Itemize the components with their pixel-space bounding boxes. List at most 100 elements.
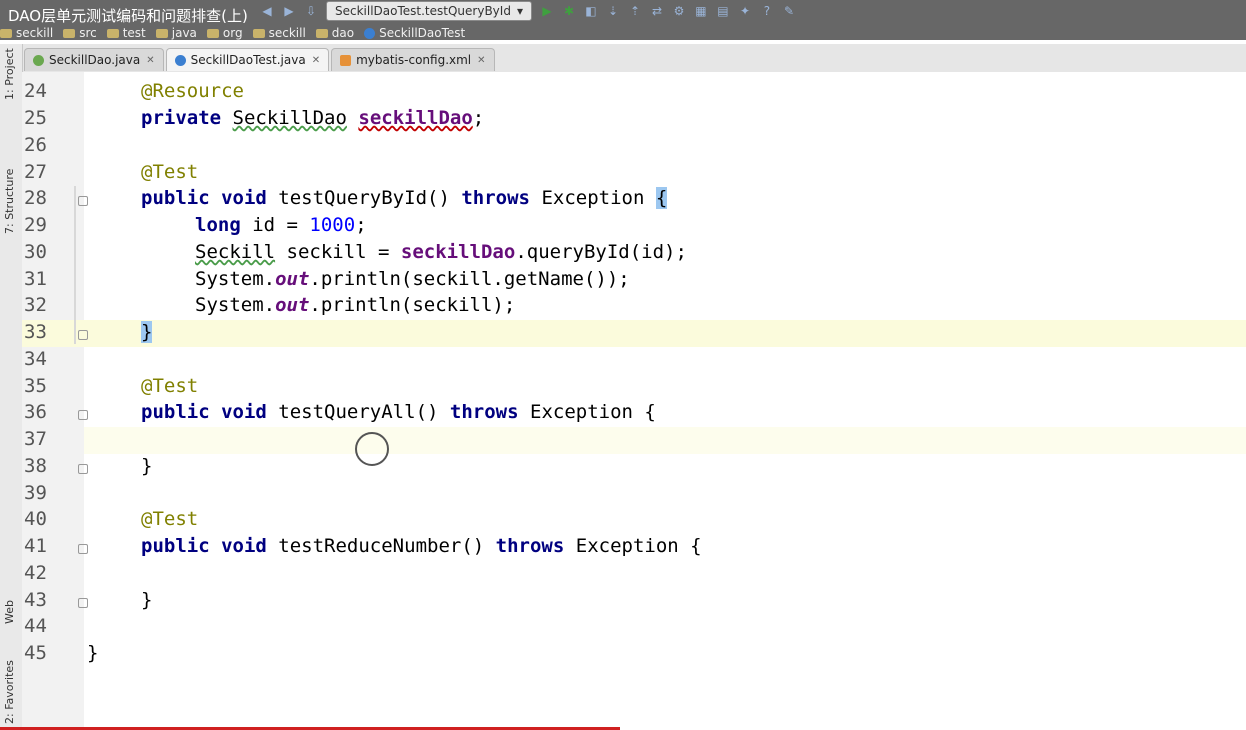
plugin-icon[interactable]: ✦: [738, 4, 752, 18]
code-line-24: @Resource: [141, 80, 244, 102]
line-number: 28: [24, 187, 47, 209]
run-icon[interactable]: ▶: [540, 4, 554, 18]
line-number: 25: [24, 107, 47, 129]
caret-line-highlight: [84, 427, 1246, 454]
debug-icon[interactable]: ✱: [562, 4, 576, 18]
line-number: 40: [24, 508, 47, 530]
current-line-highlight: [22, 320, 1246, 347]
method-scope-bracket: [74, 186, 76, 344]
class-icon: [364, 27, 376, 39]
fold-marker[interactable]: [78, 464, 88, 474]
code-line-36: public void testQueryAll() throws Except…: [141, 401, 656, 423]
ide-toolbar: ◀ ▶ ⇩ SeckillDaoTest.testQueryById ▾ ▶ ✱…: [260, 0, 796, 22]
folder-icon: [315, 28, 328, 38]
tool-tab-favorites[interactable]: 2: Favorites: [3, 660, 16, 724]
code-line-35: @Test: [141, 375, 199, 397]
code-line-43: }: [141, 589, 153, 611]
line-number: 39: [24, 482, 47, 504]
fold-marker[interactable]: [78, 196, 88, 206]
fold-marker[interactable]: [78, 410, 88, 420]
close-icon[interactable]: ✕: [312, 55, 320, 66]
help-icon[interactable]: ?: [760, 4, 774, 18]
fold-marker[interactable]: [78, 544, 88, 554]
xml-file-icon: [340, 54, 352, 66]
vcs-update-icon[interactable]: ⇣: [606, 4, 620, 18]
tool-tab-project[interactable]: 1: Project: [3, 48, 16, 100]
line-number: 43: [24, 589, 47, 611]
line-number: 29: [24, 214, 47, 236]
breadcrumb-item[interactable]: test: [106, 26, 146, 40]
video-title: DAO层单元测试编码和问题排查(上): [8, 7, 248, 25]
line-number: 33: [24, 321, 47, 343]
code-line-27: @Test: [141, 161, 199, 183]
folder-icon: [106, 28, 119, 38]
line-number: 38: [24, 455, 47, 477]
line-number: 41: [24, 535, 47, 557]
folder-icon: [252, 28, 265, 38]
structure-icon[interactable]: ▦: [694, 4, 708, 18]
tab-seckilldao[interactable]: SeckillDao.java ✕: [24, 48, 164, 71]
tab-seckilldaotest[interactable]: SeckillDaoTest.java ✕: [165, 48, 330, 71]
folder-icon: [206, 28, 219, 38]
tool-tab-structure[interactable]: 7: Structure: [3, 169, 16, 234]
line-number: 44: [24, 615, 47, 637]
code-line-32: System.out.println(seckill);: [195, 294, 516, 316]
breadcrumb: seckill src test java org seckill dao Se…: [0, 25, 475, 41]
folder-icon: [63, 28, 76, 38]
left-tool-strip: 1: Project 7: Structure Web 2: Favorites: [0, 44, 23, 730]
fold-marker[interactable]: [78, 330, 88, 340]
sync-icon[interactable]: ⇄: [650, 4, 664, 18]
code-line-40: @Test: [141, 508, 199, 530]
line-number: 27: [24, 161, 47, 183]
code-line-31: System.out.println(seckill.getName());: [195, 268, 630, 290]
code-line-41: public void testReduceNumber() throws Ex…: [141, 535, 702, 557]
code-line-30: Seckill seckill = seckillDao.queryById(i…: [195, 241, 687, 263]
code-line-45: }: [87, 642, 99, 664]
code-line-38: }: [141, 455, 153, 477]
breadcrumb-item[interactable]: seckill: [252, 26, 306, 40]
folder-icon: [155, 28, 168, 38]
run-config-select[interactable]: SeckillDaoTest.testQueryById ▾: [326, 1, 532, 21]
line-number: 30: [24, 241, 47, 263]
breadcrumb-item[interactable]: dao: [315, 26, 354, 40]
breadcrumb-item[interactable]: SeckillDaoTest: [364, 26, 465, 40]
build-icon[interactable]: ⇩: [304, 4, 318, 18]
code-line-29: long id = 1000;: [195, 214, 367, 236]
breadcrumb-item[interactable]: java: [155, 26, 197, 40]
settings-icon[interactable]: ⚙: [672, 4, 686, 18]
folder-icon: [0, 28, 12, 38]
back-icon[interactable]: ◀: [260, 4, 274, 18]
line-number: 26: [24, 134, 47, 156]
line-number: 42: [24, 562, 47, 584]
chevron-down-icon: ▾: [516, 4, 523, 18]
line-number: 45: [24, 642, 47, 664]
code-line-33: }: [141, 321, 153, 343]
mouse-cursor-indicator: [355, 432, 389, 466]
interface-icon: [33, 54, 44, 66]
close-icon[interactable]: ✕: [477, 55, 485, 66]
breadcrumb-item[interactable]: seckill: [0, 26, 53, 40]
breadcrumb-item[interactable]: src: [63, 26, 97, 40]
editor-tabs: SeckillDao.java ✕ SeckillDaoTest.java ✕ …: [24, 47, 497, 71]
line-number: 35: [24, 375, 47, 397]
code-line-25: private SeckillDao seckillDao;: [141, 107, 485, 129]
line-number: 37: [24, 428, 47, 450]
code-line-28: public void testQueryById() throws Excep…: [141, 187, 668, 209]
close-icon[interactable]: ✕: [146, 55, 154, 66]
fold-marker[interactable]: [78, 598, 88, 608]
sdk-icon[interactable]: ▤: [716, 4, 730, 18]
line-number: 32: [24, 294, 47, 316]
line-number: 31: [24, 268, 47, 290]
tool-tab-web[interactable]: Web: [3, 600, 16, 624]
forward-icon[interactable]: ▶: [282, 4, 296, 18]
run-config-label: SeckillDaoTest.testQueryById: [335, 4, 511, 18]
line-number: 24: [24, 80, 47, 102]
task-icon[interactable]: ✎: [782, 4, 796, 18]
vcs-commit-icon[interactable]: ⇡: [628, 4, 642, 18]
tab-mybatis-config[interactable]: mybatis-config.xml ✕: [331, 48, 495, 71]
line-number: 36: [24, 401, 47, 423]
coverage-icon[interactable]: ◧: [584, 4, 598, 18]
line-number: 34: [24, 348, 47, 370]
class-icon: [174, 54, 186, 66]
breadcrumb-item[interactable]: org: [206, 26, 243, 40]
